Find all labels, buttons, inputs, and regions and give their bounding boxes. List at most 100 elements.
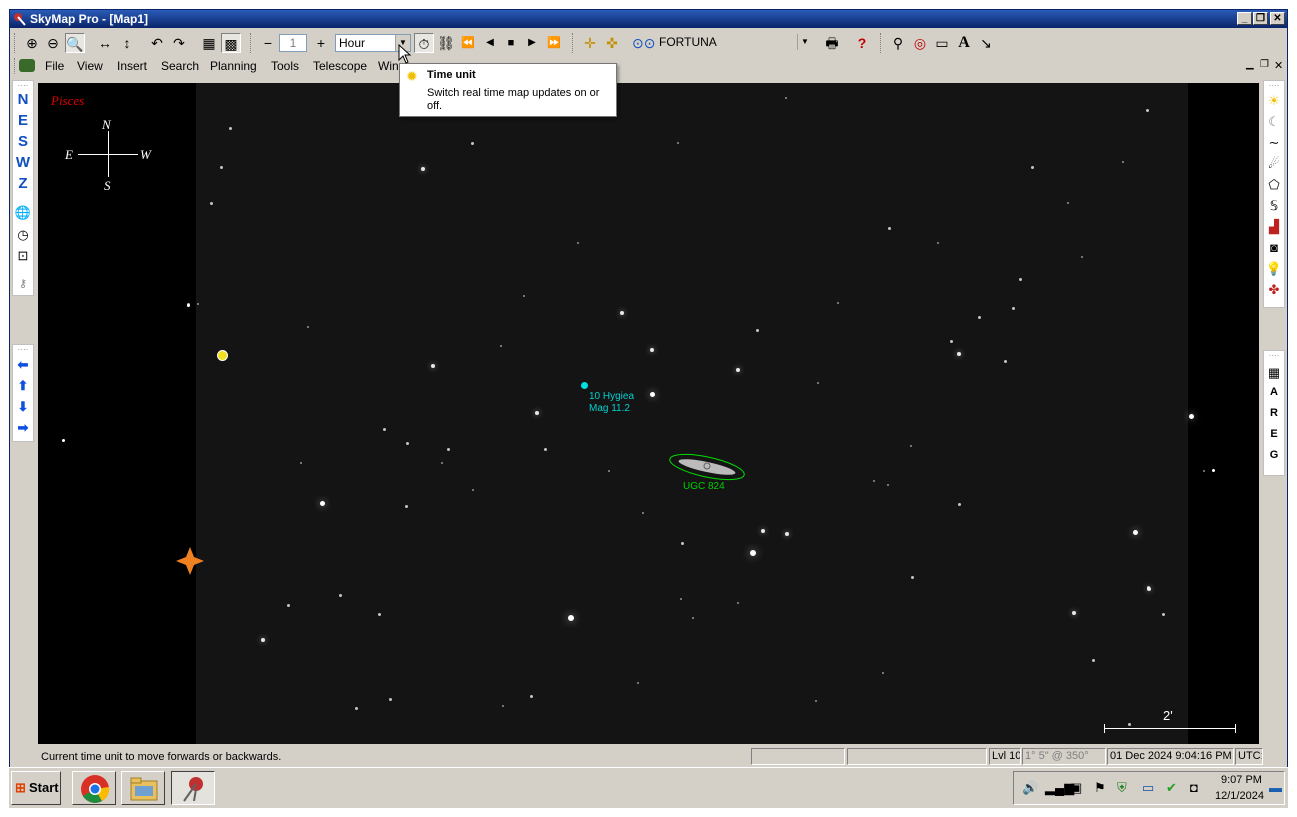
widen-horizontal-icon[interactable]: ↔ [95,33,115,53]
start-button[interactable]: ⊞ Start [11,771,61,805]
time-backward-step-icon[interactable]: − [258,33,278,53]
menu-view[interactable]: View [77,59,103,73]
time-forward-step-icon[interactable]: + [311,33,331,53]
clock-date[interactable]: 12/1/2024 [1215,790,1264,802]
zoom-in-icon[interactable]: ⊕ [22,33,42,53]
minimize-button[interactable]: _ [1237,12,1252,25]
toolbar-grip[interactable] [14,33,17,53]
view-zenith-button[interactable]: Z [13,175,33,192]
rotate-right-icon[interactable]: ↷ [169,33,189,53]
toolbar-grip[interactable] [250,33,253,53]
toolbar-grip[interactable] [880,33,883,53]
view-east-button[interactable]: E [13,112,33,129]
restore-button[interactable]: ❐ [1253,12,1268,25]
menu-tools[interactable]: Tools [271,59,299,73]
zoom-box-icon[interactable]: 🔍 [65,33,85,53]
toolbar-grip[interactable]: ···· [13,345,33,354]
monitor-icon[interactable]: ▭ [1142,780,1154,796]
pan-right-icon[interactable]: ➡ [13,420,33,436]
mdi-close-button[interactable]: ✕ [1274,59,1283,72]
sync-icon[interactable]: ✔ [1166,780,1177,796]
menu-planning[interactable]: Planning [210,59,257,73]
mdi-minimize-button[interactable]: ▁ [1246,59,1254,70]
chevron-down-icon[interactable]: ▼ [797,34,812,50]
layer-r-button[interactable]: R [1264,407,1284,419]
toolbar-grip[interactable]: ···· [13,81,33,90]
asteroid-marker[interactable] [581,382,588,389]
binoculars-icon[interactable]: ⊙⊙ [632,33,655,53]
mdi-restore-button[interactable]: ❐ [1260,59,1269,70]
view-south-button[interactable]: S [13,133,33,150]
layer-g-button[interactable]: G [1264,449,1284,461]
yellow-star-marker[interactable] [217,350,228,361]
pan-down-icon[interactable]: ⬇ [13,399,33,415]
rotate-left-icon[interactable]: ↶ [147,33,167,53]
center-object-icon[interactable]: ✛ [580,33,600,53]
track-object-icon[interactable]: ✜ [602,33,622,53]
time-step-input[interactable]: 1 [279,34,307,52]
menubar-grip[interactable] [14,58,17,74]
lightbulb-icon[interactable]: 💡 [1264,261,1284,277]
step-back-icon[interactable]: ◀ [480,33,500,53]
link-icon[interactable]: ⛓ [436,33,456,53]
grid-overlay-icon[interactable]: ▦ [1264,365,1284,381]
view-west-button[interactable]: W [13,154,33,171]
step-forward-icon[interactable]: ▶ [522,33,542,53]
stop-icon[interactable]: ■ [501,33,521,53]
fast-forward-icon[interactable]: ⏩ [544,33,564,53]
show-desktop-icon[interactable]: ▬ [1269,780,1282,795]
galaxy-outline[interactable] [652,445,762,485]
layer-e-button[interactable]: E [1264,428,1284,440]
menu-insert[interactable]: Insert [117,59,147,73]
globe-icon[interactable]: 🌐 [13,205,33,221]
target-icon[interactable]: ◎ [910,33,930,53]
security-icon[interactable]: ⛨ [1117,780,1127,796]
color-palette-icon[interactable]: ✤ [1264,282,1284,298]
telescope-icon[interactable]: ⚲ [888,33,908,53]
clock-time[interactable]: 9:07 PM [1221,774,1262,786]
print-icon[interactable]: 🖶 [822,33,842,53]
menu-file[interactable]: File [45,59,64,73]
taskbar-skymap-button[interactable] [171,771,215,805]
rectangle-icon[interactable]: ▭ [932,33,952,53]
map-document-icon[interactable] [19,59,35,72]
comet-icon[interactable]: ☄ [1264,156,1284,172]
key-icon[interactable]: ⚷ [13,277,33,290]
realtime-clock-icon[interactable]: ⏱ [414,33,434,53]
toolbar-grip[interactable]: ···· [1264,81,1284,90]
view-north-button[interactable]: N [13,91,33,108]
milky-way-icon[interactable]: ∼ [1264,135,1284,151]
moon-icon[interactable]: ☾ [1264,114,1284,130]
network-icon[interactable]: ▣ [1070,780,1082,796]
sky-map-canvas[interactable]: Pisces N E W S 10 Hygiea Mag 11.2 UGC 82… [38,83,1259,744]
device-icon[interactable]: ◘ [1190,780,1198,795]
bright-star-marker[interactable] [176,547,204,575]
layer-a-button[interactable]: A [1264,386,1284,398]
image-overlay-icon[interactable]: ▩ [221,33,241,53]
taskbar-chrome-button[interactable] [72,771,116,805]
toolbar-grip[interactable] [572,33,575,53]
chart-icon[interactable]: ▟ [1264,219,1284,235]
clock-icon[interactable]: ◷ [13,227,33,243]
taskbar-explorer-button[interactable] [121,771,165,805]
menu-telescope[interactable]: Telescope [313,59,367,73]
text-tool-icon[interactable]: A [954,33,974,53]
menu-search[interactable]: Search [161,59,199,73]
grid-icon[interactable]: ▦ [199,33,219,53]
sun-icon[interactable]: ☀ [1264,93,1284,109]
context-help-icon[interactable]: ? [852,33,872,53]
flag-icon[interactable]: ⚑ [1094,780,1106,796]
object-search-select[interactable]: FORTUNA ▼ [656,34,812,52]
asteroid-icon[interactable]: ⬠ [1264,177,1284,193]
close-button[interactable]: ✕ [1270,12,1285,25]
menu-window[interactable]: Win [378,59,399,73]
galaxy-icon[interactable]: 𝕊 [1264,198,1284,214]
line-tool-icon[interactable]: ↘ [976,33,996,53]
fast-rewind-icon[interactable]: ⏪ [458,33,478,53]
speaker-icon[interactable]: 🔊 [1022,780,1038,796]
widen-vertical-icon[interactable]: ↕ [117,33,137,53]
toolbar-grip[interactable]: ···· [1264,351,1284,360]
camera-icon[interactable]: ◙ [1264,240,1284,255]
pan-left-icon[interactable]: ⬅ [13,357,33,373]
magnifier-icon[interactable]: ⊡ [13,248,33,264]
